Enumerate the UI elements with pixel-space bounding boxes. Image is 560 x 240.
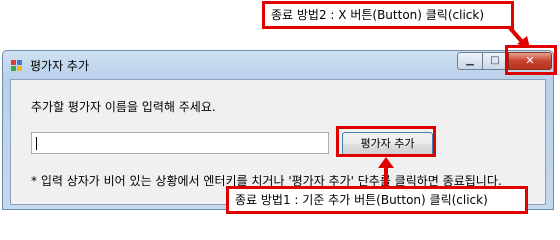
name-input[interactable] xyxy=(31,132,329,154)
window-title: 평가자 추가 xyxy=(30,59,90,73)
maximize-icon: □ xyxy=(490,55,500,66)
add-button-highlight xyxy=(336,126,436,157)
minimize-icon: ▁ xyxy=(466,55,474,66)
window-app-icon xyxy=(10,58,24,72)
title-bar[interactable]: 평가자 추가 ▁ □ ✕ xyxy=(3,51,553,79)
callout-exit-method-1: 종료 방법1 : 기준 추가 버튼(Button) 클릭(click) xyxy=(226,186,528,214)
arrow-to-close xyxy=(508,26,526,46)
close-button-highlight xyxy=(505,45,557,75)
prompt-label: 추가할 평가자 이름을 입력해 주세요. xyxy=(31,100,216,114)
callout-exit-method-2: 종료 방법2 : X 버튼(Button) 클릭(click) xyxy=(262,1,514,29)
minimize-button[interactable]: ▁ xyxy=(457,52,483,70)
text-caret xyxy=(36,137,37,150)
